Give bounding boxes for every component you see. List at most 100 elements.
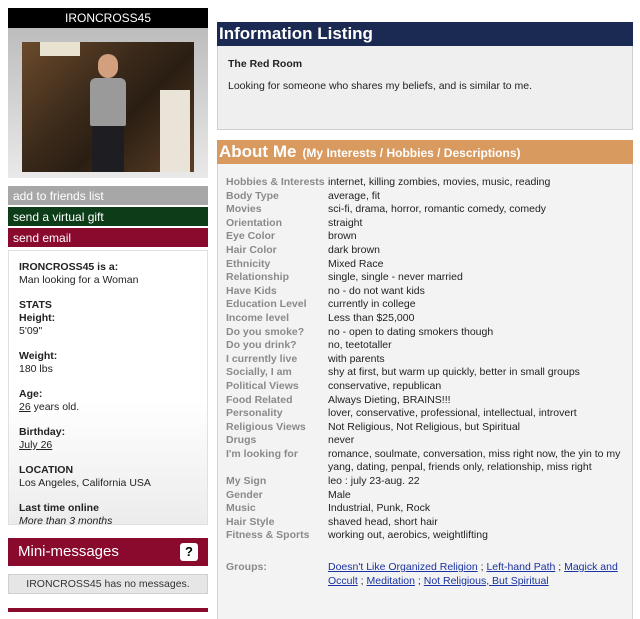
- about-row-value: Mixed Race: [328, 257, 384, 270]
- profile-photo[interactable]: [22, 42, 194, 172]
- profile-sidebar: IRONCROSS45 add to friends list send a v…: [8, 8, 208, 612]
- height-value: 5'09": [19, 325, 43, 337]
- about-row-label: Political Views: [226, 379, 299, 392]
- about-row-value: Less than $25,000: [328, 311, 415, 324]
- about-row: Have Kids no - do not want kids: [226, 285, 624, 299]
- photo-person-body: [90, 78, 126, 126]
- about-row: Education Level currently in college: [226, 298, 624, 312]
- about-row: Relationship single, single - never marri…: [226, 271, 624, 285]
- stats-block: STATS Height: 5'09": [19, 299, 197, 338]
- weight-label: Weight:: [19, 350, 58, 362]
- about-row-value: currently in college: [328, 298, 416, 311]
- groups-label: Groups:: [226, 561, 267, 574]
- help-icon[interactable]: ?: [180, 543, 198, 561]
- information-listing-card: The Red Room Looking for someone who sha…: [217, 46, 633, 130]
- send-virtual-gift-button[interactable]: send a virtual gift: [8, 205, 208, 226]
- about-row-label: My Sign: [226, 475, 267, 488]
- about-row-label: Drugs: [226, 434, 257, 447]
- about-row: Socially, I am shy at first, but warm up …: [226, 366, 624, 380]
- about-me-table: Hobbies & Interests internet, killing zom…: [226, 176, 624, 543]
- about-row-value: sci-fi, drama, horror, romantic comedy, …: [328, 203, 547, 216]
- photo-light: [40, 42, 80, 56]
- birthday-link[interactable]: July 26: [19, 439, 52, 451]
- age-suffix: years old.: [30, 401, 80, 413]
- about-row-label: Relationship: [226, 271, 290, 284]
- about-row-label: Orientation: [226, 216, 283, 229]
- about-row: Drugs never: [226, 434, 624, 448]
- is-a-value: Man looking for a Woman: [19, 274, 139, 286]
- about-row-value: dark brown: [328, 243, 380, 256]
- about-row: Political Views conservative, republican: [226, 380, 624, 394]
- profile-main: Information Listing The Red Room Looking…: [217, 8, 633, 619]
- about-row: Ethnicity Mixed Race: [226, 258, 624, 272]
- about-row-label: Fitness & Sports: [226, 529, 310, 542]
- send-email-button[interactable]: send email: [8, 226, 208, 247]
- add-to-friends-button[interactable]: add to friends list: [8, 184, 208, 205]
- group-link[interactable]: Left-hand Path: [486, 561, 555, 573]
- about-row-label: Hair Color: [226, 243, 277, 256]
- about-row-label: Music: [226, 502, 256, 515]
- about-row: My Sign leo : july 23-aug. 22: [226, 475, 624, 489]
- about-row-label: Personality: [226, 407, 283, 420]
- groups-row: Groups: Doesn't Like Organized Religion …: [226, 561, 624, 588]
- mini-messages-title: Mini-messages: [18, 543, 119, 560]
- about-row-label: Eye Color: [226, 230, 276, 243]
- group-link[interactable]: Meditation: [367, 575, 415, 587]
- about-row-value: no - do not want kids: [328, 284, 425, 297]
- about-row-value: average, fit: [328, 189, 380, 202]
- last-online-label: Last time online: [19, 502, 99, 514]
- group-link[interactable]: Not Religious, But Spiritual: [424, 575, 549, 587]
- photo-person-head: [98, 54, 118, 78]
- height-label: Height:: [19, 312, 56, 324]
- looking-for-block: IRONCROSS45 is a: Man looking for a Woma…: [19, 261, 197, 287]
- about-row: Eye Color brown: [226, 230, 624, 244]
- about-row-value: straight: [328, 216, 363, 229]
- about-row: Food Related Always Dieting, BRAINS!!!: [226, 394, 624, 408]
- about-row-label: Food Related: [226, 393, 293, 406]
- about-row-value: lover, conservative, professional, intel…: [328, 407, 577, 420]
- listing-title: The Red Room: [228, 58, 303, 70]
- about-row: Gender Male: [226, 489, 624, 503]
- location-value: Los Angeles, California USA: [19, 477, 151, 489]
- about-row: I'm looking for romance, soulmate, conver…: [226, 448, 624, 475]
- about-row-value: Not Religious, Not Religious, but Spirit…: [328, 420, 521, 433]
- birthday-block: Birthday: July 26: [19, 426, 197, 452]
- about-row-label: I currently live: [226, 352, 298, 365]
- about-row-label: Gender: [226, 488, 263, 501]
- about-row-value: working out, aerobics, weightlifting: [328, 529, 488, 542]
- about-row: Do you smoke? no - open to dating smokers…: [226, 326, 624, 340]
- photo-frame: [8, 28, 208, 178]
- about-row: I currently live with parents: [226, 353, 624, 367]
- about-row-label: Body Type: [226, 189, 279, 202]
- about-row-value: shy at first, but warm up quickly, bette…: [328, 366, 580, 379]
- group-link[interactable]: Doesn't Like Organized Religion: [328, 561, 478, 573]
- information-listing-header: Information Listing: [217, 22, 633, 46]
- about-row-label: Do you drink?: [226, 339, 297, 352]
- mini-messages-header: Mini-messages ?: [8, 538, 208, 566]
- about-row-value: no - open to dating smokers though: [328, 325, 494, 338]
- group-separator: ;: [555, 561, 565, 574]
- about-row: Income level Less than $25,000: [226, 312, 624, 326]
- about-row-label: Socially, I am: [226, 366, 292, 379]
- stats-label: STATS: [19, 299, 52, 311]
- about-row-label: Religious Views: [226, 420, 306, 433]
- about-row-label: Movies: [226, 203, 262, 216]
- groups-links: Doesn't Like Organized Religion ; Left-h…: [328, 561, 624, 588]
- location-label: LOCATION: [19, 464, 74, 476]
- groups-table: Groups: Doesn't Like Organized Religion …: [226, 561, 624, 588]
- listing-description: Looking for someone who shares my belief…: [228, 80, 533, 92]
- last-online-block: Last time online More than 3 months: [19, 502, 197, 528]
- about-row-value: leo : july 23-aug. 22: [328, 475, 420, 488]
- is-a-label: IRONCROSS45 is a:: [19, 261, 119, 273]
- about-row-value: Male: [328, 488, 351, 501]
- about-row-value: Always Dieting, BRAINS!!!: [328, 393, 451, 406]
- birthday-label: Birthday:: [19, 426, 66, 438]
- photo-person-legs: [92, 126, 124, 172]
- about-row: Personality lover, conservative, professi…: [226, 407, 624, 421]
- group-separator: ;: [357, 574, 367, 587]
- about-row: Fitness & Sports working out, aerobics, w…: [226, 529, 624, 543]
- about-row: Body Type average, fit: [226, 190, 624, 204]
- about-row-label: Ethnicity: [226, 257, 271, 270]
- about-row: Movies sci-fi, drama, horror, romantic co…: [226, 203, 624, 217]
- age-link[interactable]: 26: [19, 401, 31, 413]
